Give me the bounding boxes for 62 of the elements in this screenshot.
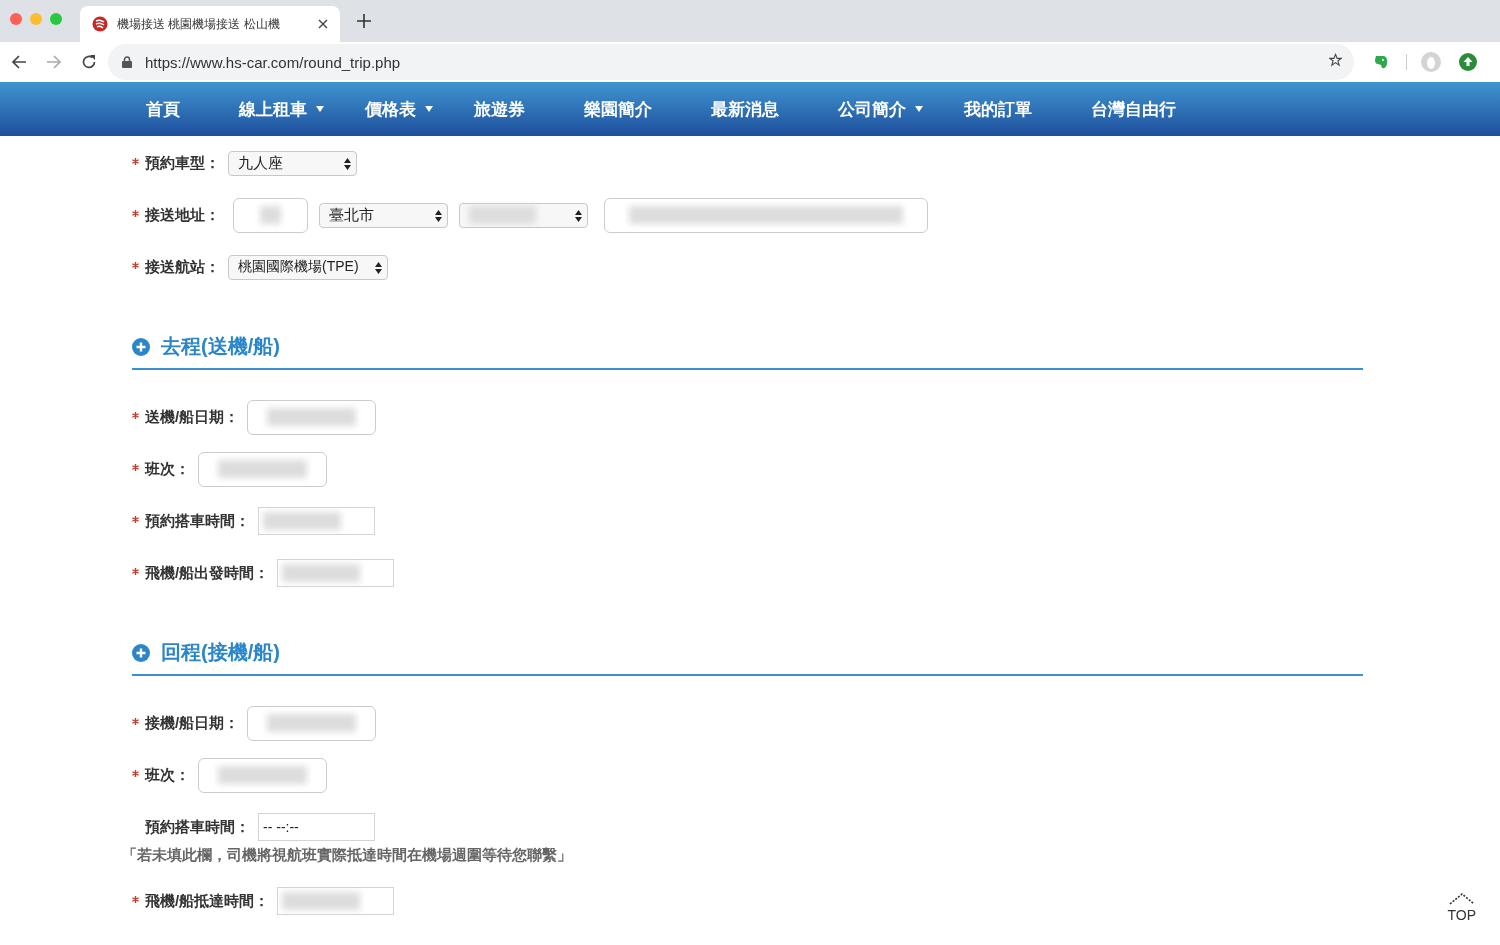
input-field[interactable]: [247, 705, 377, 741]
star-icon[interactable]: [1329, 52, 1342, 68]
field-label: 預約搭車時間：: [145, 511, 250, 531]
field-label: 飛機/船抵達時間：: [145, 891, 270, 911]
close-icon[interactable]: [318, 19, 328, 29]
logo-icon: [92, 16, 108, 32]
updown-arrow-icon: [375, 261, 382, 274]
input-field[interactable]: [198, 757, 327, 793]
input-field[interactable]: [258, 507, 375, 535]
field-label: 飛機/船出發時間：: [145, 563, 270, 583]
input-field[interactable]: [247, 399, 377, 435]
plus-icon: [132, 643, 150, 662]
field-label: 預約搭車時間：: [145, 817, 250, 837]
forward-icon[interactable]: [46, 54, 62, 70]
field-label: 接送航站：: [145, 257, 220, 277]
nav-link[interactable]: 我的訂單: [964, 97, 1091, 121]
field-label: 班次：: [145, 765, 190, 785]
input-field[interactable]: [233, 197, 308, 233]
caret-up-icon: [1448, 893, 1475, 905]
nav-link[interactable]: 台灣自由行: [1091, 97, 1235, 121]
upload-icon[interactable]: [1459, 53, 1477, 71]
field-label: 接機/船日期：: [145, 713, 240, 733]
reload-icon[interactable]: [81, 54, 97, 70]
field-label: 預約車型：: [145, 153, 220, 173]
field-label: 班次：: [145, 459, 190, 479]
updown-arrow-icon: [575, 209, 582, 222]
minimize-window-button[interactable]: [30, 13, 42, 25]
address-bar[interactable]: https://www.hs-car.com/round_trip.php: [108, 44, 1354, 80]
plus-icon: [132, 337, 150, 356]
input-field[interactable]: [198, 451, 327, 487]
hint-text: 「若未填此欄，司機將視航班實際抵達時間在機場週圍等待您聯繫」: [122, 846, 573, 865]
dropdown[interactable]: 臺北市: [319, 202, 448, 228]
elephant-icon[interactable]: [1372, 53, 1390, 71]
nav-link[interactable]: 旅遊券: [474, 97, 584, 121]
updown-arrow-icon: [344, 157, 351, 170]
zoom-window-button[interactable]: [50, 13, 62, 25]
input-field[interactable]: [277, 559, 395, 587]
dropdown[interactable]: 九人座: [228, 150, 357, 176]
nav-link[interactable]: 線上租車: [239, 97, 365, 121]
dropdown[interactable]: 桃園國際機場(TPE): [228, 254, 388, 280]
back-to-top-button[interactable]: TOP: [1447, 893, 1476, 923]
field-label: 接送地址：: [145, 205, 220, 225]
field-label: 送機/船日期：: [145, 407, 240, 427]
tab-title: 機場接送 桃園機場接送 松山機: [117, 15, 281, 33]
section-title: 去程(送機/船): [161, 334, 280, 359]
input-field[interactable]: [604, 197, 928, 233]
nav-link[interactable]: 樂園簡介: [584, 97, 711, 121]
input-field[interactable]: -- --:--: [258, 813, 375, 841]
new-tab-icon[interactable]: [357, 14, 371, 28]
nav-link[interactable]: 公司簡介: [838, 97, 964, 121]
section-title: 回程(接機/船): [161, 640, 280, 665]
back-icon[interactable]: [11, 54, 27, 70]
input-field[interactable]: [277, 887, 395, 915]
nav-link[interactable]: 首頁: [146, 97, 239, 121]
nav-link[interactable]: 價格表: [365, 97, 474, 121]
updown-arrow-icon: [435, 209, 442, 222]
url-text: https://www.hs-car.com/round_trip.php: [145, 53, 402, 71]
dropdown[interactable]: [459, 202, 588, 228]
close-window-button[interactable]: [10, 13, 22, 25]
lock-icon: [122, 56, 132, 68]
nav-link[interactable]: 最新消息: [711, 97, 838, 121]
browser-tab[interactable]: 機場接送 桃園機場接送 松山機: [80, 6, 340, 42]
